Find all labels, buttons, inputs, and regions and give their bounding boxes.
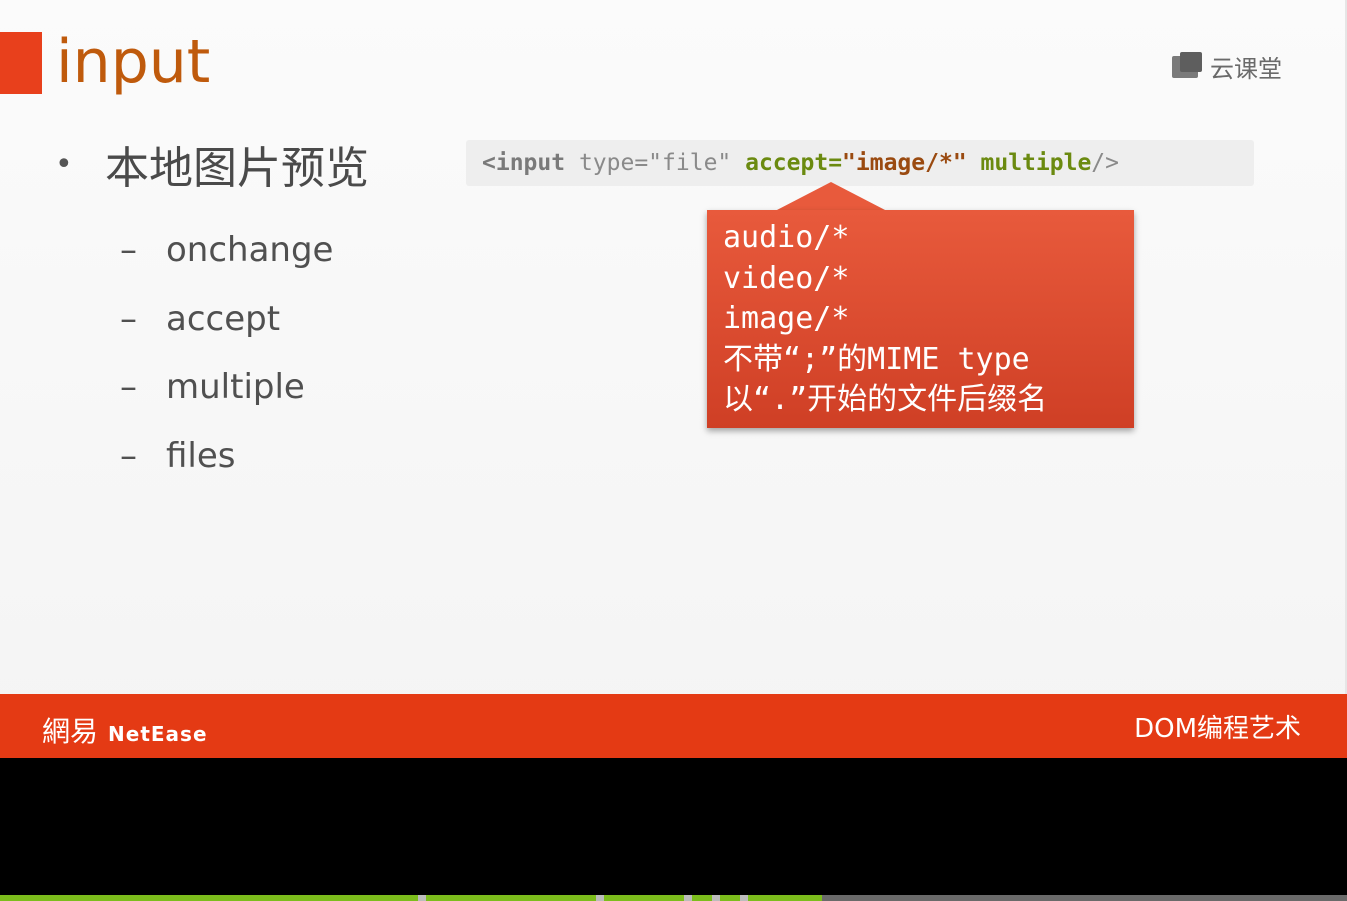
code-multiple-attr: multiple: [966, 150, 1092, 176]
progress-segment-gap: [684, 895, 692, 901]
sub-bullet-list: – onchange – accept – multiple – files: [120, 216, 333, 490]
dash-icon: –: [120, 367, 137, 408]
dash-icon: –: [120, 230, 137, 271]
video-progress-bar[interactable]: [0, 895, 1347, 901]
dash-icon: –: [120, 435, 137, 476]
sub-bullet-item: – multiple: [120, 353, 333, 422]
sub-bullet-text: files: [166, 435, 236, 476]
code-accept-value: "image/*": [842, 150, 967, 176]
bullet-dot-icon: •: [55, 146, 73, 182]
course-name: DOM编程艺术: [1134, 714, 1301, 744]
code-tag: <input: [482, 150, 566, 176]
progress-segment-gap: [712, 895, 720, 901]
brand-en: NetEase: [108, 722, 208, 746]
code-snippet: <input type="file" accept= "image/*" mult…: [466, 140, 1254, 186]
code-close: />: [1091, 150, 1119, 176]
video-progress-fill: [0, 895, 822, 901]
sub-bullet-item: – accept: [120, 285, 333, 354]
callout-line: 以“.”开始的文件后缀名: [723, 382, 1048, 417]
main-bullet: • 本地图片预览: [55, 132, 369, 196]
callout-line: audio/*: [723, 220, 850, 255]
slide: input 云课堂 • 本地图片预览 – onchange – accept –…: [0, 0, 1347, 758]
callout-line: image/*: [723, 301, 850, 336]
dash-icon: –: [120, 298, 137, 339]
brand-cn: 網易: [42, 715, 99, 748]
cloud-classroom-logo-icon: [1172, 52, 1202, 80]
logo-text: 云课堂: [1210, 54, 1282, 83]
callout-line: video/*: [723, 260, 850, 296]
callout-line: 不带“;”的MIME type: [723, 341, 1030, 377]
sub-bullet-text: multiple: [166, 367, 305, 408]
code-type-attr: type="file": [565, 150, 746, 176]
sub-bullet-text: onchange: [166, 230, 334, 271]
progress-segment-gap: [596, 895, 604, 901]
slide-footer: 網易 NetEase DOM编程艺术: [0, 694, 1347, 758]
slide-title: input: [56, 27, 211, 97]
cloud-classroom-logo: 云课堂: [1172, 50, 1282, 83]
progress-segment-gap: [740, 895, 748, 901]
progress-segment-gap: [418, 895, 426, 901]
netease-brand: 網易 NetEase: [42, 710, 208, 750]
accept-values-callout: audio/* video/* image/* 不带“;”的MIME type …: [707, 210, 1134, 428]
sub-bullet-text: accept: [166, 298, 281, 339]
callout-pointer: [775, 182, 887, 211]
main-bullet-text: 本地图片预览: [105, 143, 369, 194]
code-accept-attr: accept=: [745, 150, 843, 176]
title-accent-block: [0, 32, 42, 94]
sub-bullet-item: – onchange: [120, 216, 333, 285]
sub-bullet-item: – files: [120, 422, 333, 491]
